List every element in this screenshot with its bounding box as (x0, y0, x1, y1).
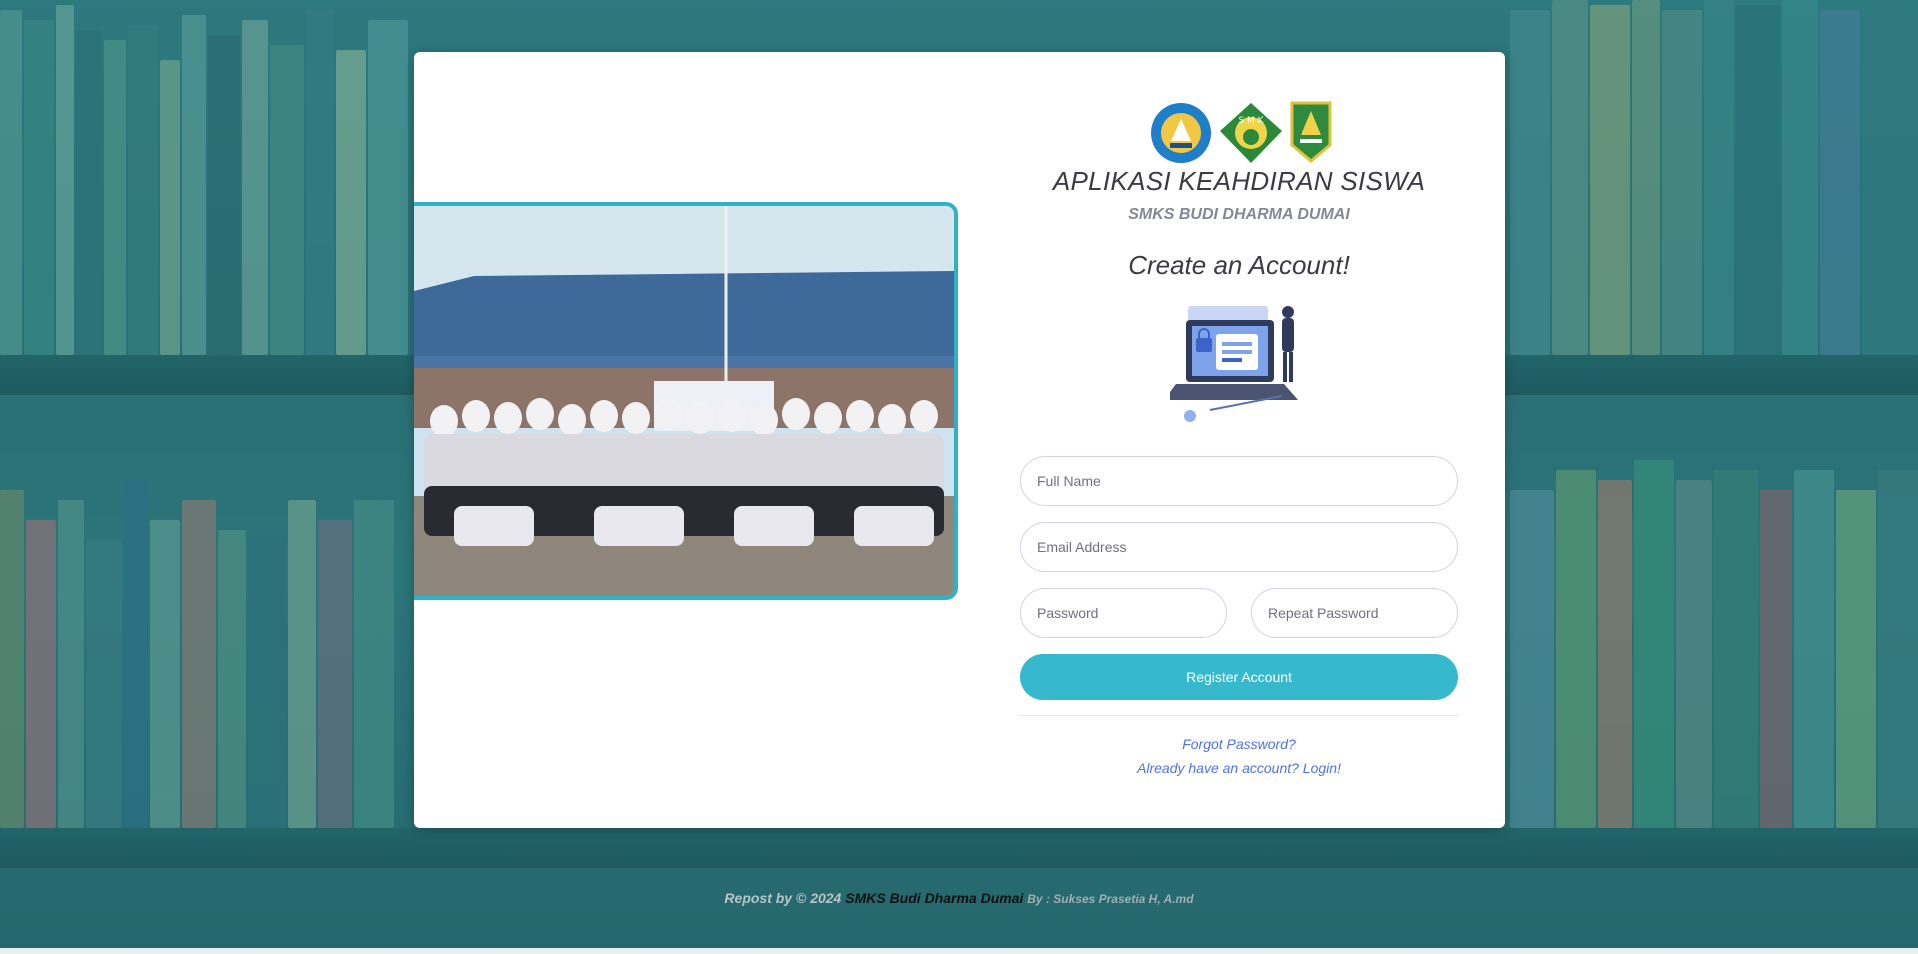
logo-group: S M K (1150, 101, 1332, 165)
register-account-button[interactable]: Register Account (1020, 654, 1458, 700)
forgot-password-link[interactable]: Forgot Password? (1020, 736, 1458, 752)
login-link[interactable]: Already have an account? Login! (1020, 760, 1458, 776)
footer-school-link[interactable]: SMKS Budi Dharma Dumai (845, 890, 1023, 906)
school-name: SMKS BUDI DHARMA DUMAI (1128, 206, 1350, 223)
smk-logo: S M K (1220, 103, 1282, 163)
full-name-input[interactable] (1020, 456, 1458, 506)
page-heading: Create an Account! (1128, 250, 1350, 280)
app-title: APLIKASI KEAHDIRAN SISWA (1052, 166, 1426, 196)
tut-wuri-handayani-logo (1151, 103, 1211, 163)
bottom-strip (0, 948, 1918, 954)
svg-text:S M K: S M K (1238, 116, 1264, 126)
riau-province-logo (1290, 101, 1332, 163)
email-input[interactable] (1020, 522, 1458, 572)
school-group-photo (414, 202, 958, 600)
secure-login-illustration (1170, 306, 1298, 422)
repeat-password-input[interactable] (1251, 588, 1458, 638)
password-input[interactable] (1020, 588, 1227, 638)
divider (1020, 715, 1458, 716)
footer-copyright: Repost by © 2024 (724, 890, 842, 906)
footer-author: By : Sukses Prasetia H, A.md (1027, 892, 1194, 906)
footer: Repost by © 2024 SMKS Budi Dharma Dumai … (0, 890, 1918, 906)
